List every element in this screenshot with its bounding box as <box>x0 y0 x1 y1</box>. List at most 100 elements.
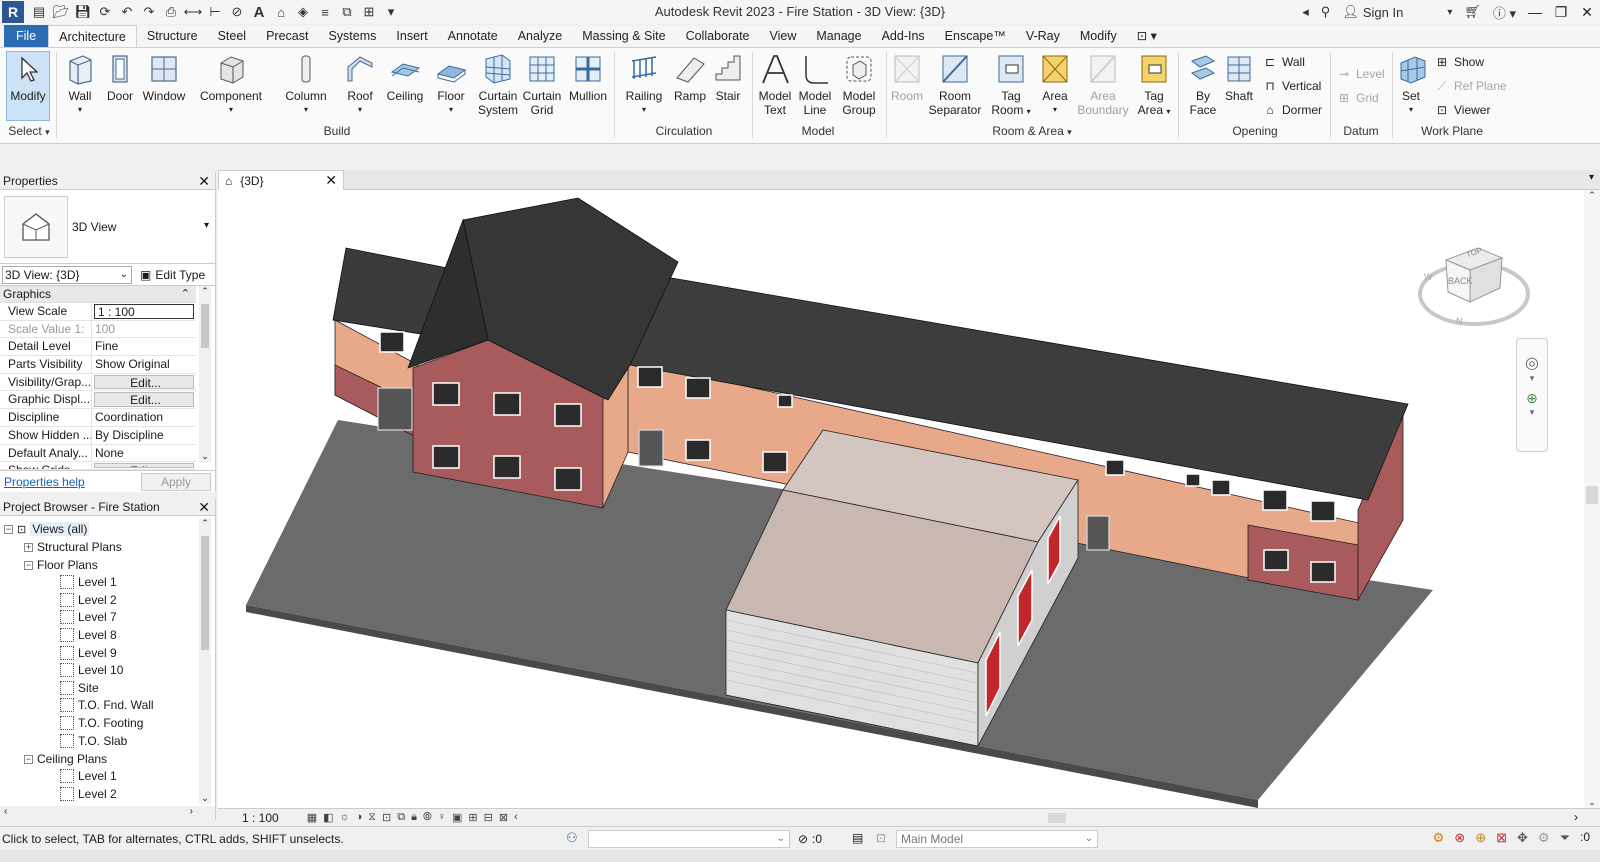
model-group-button[interactable]: Model Group <box>838 52 880 117</box>
detail-level-icon[interactable]: ▦ <box>307 811 317 824</box>
thin-lines-icon[interactable]: ≡ <box>314 2 336 22</box>
temporary-properties-icon[interactable]: ▣ <box>452 811 462 824</box>
design-options-icon[interactable]: ▤ <box>852 831 863 845</box>
railing-button[interactable]: Railing ▾ <box>622 52 666 117</box>
crop-view-icon[interactable]: ⊡ <box>382 811 391 824</box>
tree-floor-plan-item[interactable]: T.O. Slab <box>60 734 127 748</box>
door-button[interactable]: Door <box>104 52 136 103</box>
section-icon[interactable]: ◈ <box>292 2 314 22</box>
viewer-button[interactable]: ⊡ Viewer <box>1434 102 1491 118</box>
room-button[interactable]: Room <box>890 52 924 103</box>
constraints-icon[interactable]: ⊠ <box>499 811 508 824</box>
tab-view[interactable]: View <box>760 25 807 47</box>
property-row[interactable]: View Scale 1 : 100 <box>0 303 196 321</box>
type-selector[interactable]: 3D View ▾ <box>0 190 215 264</box>
hide-isolate-icon[interactable]: ⦾ <box>423 811 432 824</box>
minimize-button[interactable]: — <box>1522 0 1548 24</box>
room-area-group-label[interactable]: Room & Area ▾ <box>890 124 1174 138</box>
lock-view-icon[interactable]: 🔒︎ <box>411 811 417 824</box>
tree-floor-plan-item[interactable]: T.O. Footing <box>60 716 143 730</box>
help-icon[interactable]: ⓘ ▾ <box>1487 3 1522 22</box>
search-arrow-icon[interactable]: ◂ <box>1296 4 1315 20</box>
viewcube-w-label[interactable]: W <box>1424 272 1433 282</box>
scroll-left-icon[interactable]: ‹ <box>514 811 518 824</box>
window-button[interactable]: Window <box>142 52 186 103</box>
roof-button[interactable]: Roof ▾ <box>342 52 378 117</box>
mullion-button[interactable]: Mullion <box>566 52 610 103</box>
sync-icon[interactable]: ⟳ <box>94 2 116 22</box>
vertical-opening-button[interactable]: ⊓ Vertical <box>1262 78 1321 94</box>
tree-ceiling-plan-item[interactable]: Level 1 <box>60 769 117 783</box>
customize-qat-icon[interactable]: ▾ <box>380 2 402 22</box>
select-pinned-icon[interactable]: ⊕ <box>1475 830 1486 846</box>
column-button[interactable]: Column ▾ <box>282 52 330 117</box>
view-scale-input[interactable]: 1 : 100 <box>94 304 194 319</box>
floor-button[interactable]: Floor ▾ <box>434 52 468 117</box>
drag-elements-icon[interactable]: ✥ <box>1517 830 1528 846</box>
steering-wheel-icon[interactable]: ◎ <box>1517 353 1547 373</box>
render-icon[interactable]: ⧖ <box>368 811 376 824</box>
ref-plane-button[interactable]: ⟋ Ref Plane <box>1434 78 1507 94</box>
property-row[interactable]: Discipline Coordination <box>0 409 196 427</box>
tab-structure[interactable]: Structure <box>137 25 208 47</box>
chevron-down-icon[interactable]: ▾ <box>1517 373 1547 384</box>
close-window-button[interactable]: ✕ <box>1574 0 1600 24</box>
zoom-icon[interactable]: ⊕ <box>1517 390 1547 407</box>
viewport-vscrollbar[interactable]: ⌃ ⌄ <box>1584 190 1600 808</box>
tab-precast[interactable]: Precast <box>256 25 318 47</box>
browser-hscrollbar[interactable]: ‹ › <box>0 806 215 820</box>
level-button[interactable]: ⊸ Level <box>1336 66 1385 82</box>
main-model-icon[interactable]: ⊡ <box>876 831 886 845</box>
tree-structural-plans[interactable]: + Structural Plans <box>24 540 122 554</box>
by-face-button[interactable]: By Face <box>1184 52 1222 117</box>
tab-add-ins[interactable]: Add-Ins <box>872 25 935 47</box>
filter-icon[interactable]: ⏷ <box>1560 830 1570 846</box>
reveal-hidden-icon[interactable]: ♀ <box>438 811 446 824</box>
tree-ceiling-plan-item[interactable]: Level 2 <box>60 787 117 801</box>
binoculars-icon[interactable]: ⚲ <box>1315 4 1337 20</box>
close-hidden-icon[interactable]: ⧉ <box>336 2 358 22</box>
measure-icon[interactable]: ⟷ <box>182 2 204 22</box>
property-row[interactable]: Graphic Displ... Edit... <box>0 391 196 410</box>
3d-viewport[interactable]: TOP BACK W N ◎ ▾ ⊕ ▾ ⌃ ⌄ <box>218 190 1600 808</box>
set-work-plane-button[interactable]: Set ▾ <box>1396 52 1426 117</box>
tab-steel[interactable]: Steel <box>208 25 257 47</box>
editable-only-icon[interactable]: ⊘ <box>798 832 808 846</box>
properties-help-link[interactable]: Properties help <box>4 475 85 489</box>
wall-button[interactable]: Wall ▾ <box>62 52 98 117</box>
viewport-hscroll-thumb[interactable] <box>1048 813 1066 823</box>
save-icon[interactable]: 💾︎ <box>72 2 94 22</box>
select-underlay-icon[interactable]: ⊗ <box>1454 830 1465 846</box>
view-tab-3d[interactable]: ⌂ {3D} ✕ <box>218 170 344 190</box>
shaft-button[interactable]: Shaft <box>1222 52 1256 103</box>
viewcube-n-label[interactable]: N <box>1456 316 1463 326</box>
worksharing-display-icon[interactable]: ⊞ <box>468 811 477 824</box>
revit-logo-icon[interactable]: R <box>2 1 24 23</box>
analytical-model-icon[interactable]: ⊟ <box>484 811 493 824</box>
tab-menu-icon[interactable]: ▾ <box>1589 172 1594 183</box>
show-work-plane-button[interactable]: ⊞ Show <box>1434 54 1484 70</box>
undo-icon[interactable]: ↶ <box>116 2 138 22</box>
area-button[interactable]: Area ▾ <box>1038 52 1072 117</box>
tab-annotate[interactable]: Annotate <box>438 25 508 47</box>
design-option-selector[interactable]: Main Model ⌄ <box>896 830 1098 848</box>
edit-type-button[interactable]: ▣ Edit Type <box>140 268 205 282</box>
print-icon[interactable]: ⎙ <box>160 2 182 22</box>
view-cube[interactable]: TOP BACK W N <box>1418 234 1536 334</box>
scroll-right-icon[interactable]: › <box>1574 810 1578 824</box>
switch-windows-icon[interactable]: ⊞ <box>358 2 380 22</box>
tab-architecture[interactable]: Architecture <box>48 25 137 47</box>
tag-icon[interactable]: ⊘ <box>226 2 248 22</box>
property-row[interactable]: Show GridsEdit... <box>0 462 196 471</box>
area-boundary-button[interactable]: Area Boundary <box>1076 52 1130 117</box>
graphic-display-edit-button[interactable]: Edit... <box>94 392 194 408</box>
stair-button[interactable]: Stair <box>710 52 746 103</box>
tab-modify[interactable]: Modify <box>1070 25 1127 47</box>
curtain-system-button[interactable]: Curtain System <box>476 52 520 117</box>
dimension-icon[interactable]: ⊢ <box>204 2 226 22</box>
visual-style-icon[interactable]: ◧ <box>323 811 333 824</box>
tab-systems[interactable]: Systems <box>318 25 386 47</box>
ribbon-display-toggle-icon[interactable]: ⊡ ▾ <box>1127 25 1167 47</box>
tab-insert[interactable]: Insert <box>386 25 437 47</box>
restore-button[interactable]: ❐ <box>1548 0 1574 24</box>
